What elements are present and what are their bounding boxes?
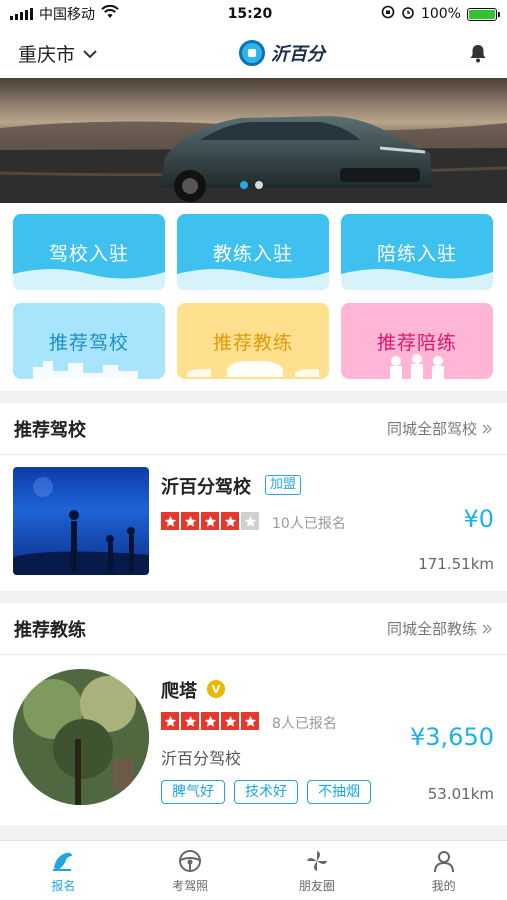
tab-label: 考驾照 (172, 878, 209, 893)
tab-label: 朋友圈 (298, 878, 335, 893)
wifi-icon (101, 4, 119, 23)
coach-list-item[interactable]: 爬塔 V 8人已报名 沂百分驾校 ¥3,650 脾气好 技术好 不抽烟 53.0… (0, 655, 507, 825)
enrolled-count: 10人已报名 (272, 516, 346, 532)
wave-decoration (341, 269, 493, 290)
star-icon (241, 712, 259, 730)
star-icon (201, 712, 219, 730)
star-icon (181, 512, 199, 530)
section-title: 推荐教练 (14, 619, 86, 641)
coach-avatar (13, 669, 149, 805)
coach-distance: 53.01km (427, 785, 494, 803)
promo-banner[interactable] (0, 78, 507, 203)
pinwheel-icon (306, 850, 327, 871)
tab-label: 我的 (431, 878, 456, 893)
people-icon (390, 354, 444, 379)
chevron-down-icon (83, 42, 97, 64)
all-schools-link[interactable]: 同城全部驾校 (387, 418, 493, 439)
orientation-lock-icon (381, 5, 395, 23)
double-chevron-right-icon (482, 424, 492, 433)
tile-label: 推荐陪练 (376, 331, 457, 354)
star-icon (161, 512, 179, 530)
star-icon (161, 712, 179, 730)
wave-decoration (177, 269, 329, 290)
star-icon (181, 712, 199, 730)
app-header: 重庆市 沂百分 (0, 28, 507, 78)
logo-mark-icon (239, 40, 265, 66)
tile-label: 驾校入驻 (48, 242, 129, 265)
bottom-tab-bar: 报名 考驾照 朋友圈 我的 (0, 840, 507, 900)
coach-price: ¥3,650 (410, 723, 494, 751)
quick-actions-grid: 驾校入驻 教练入驻 陪练入驻 推荐驾校 推荐教练 推荐陪练 (0, 203, 507, 391)
tile-recommend-trainer[interactable]: 推荐陪练 (341, 303, 493, 379)
double-chevron-right-icon (482, 624, 492, 633)
recommended-schools-section: 推荐驾校 同城全部驾校 沂百分驾校 加盟 10人已报名 ¥0 171.51km (0, 403, 507, 591)
tile-label: 陪练入驻 (376, 242, 457, 265)
star-icon (221, 712, 239, 730)
signal-icon (10, 8, 33, 20)
tile-recommend-school[interactable]: 推荐驾校 (13, 303, 165, 379)
tab-moments[interactable]: 朋友圈 (254, 841, 381, 900)
school-rating (161, 512, 259, 530)
tab-signup[interactable]: 报名 (0, 841, 127, 900)
wave-decoration (13, 269, 165, 290)
city-label: 重庆市 (18, 43, 76, 66)
tile-trainer-join[interactable]: 陪练入驻 (341, 214, 493, 290)
coach-tag: 脾气好 (161, 780, 225, 804)
battery-icon (466, 7, 500, 21)
verified-badge-icon: V (207, 680, 225, 698)
banner-dot-1[interactable] (240, 181, 248, 189)
banner-pagination[interactable] (240, 181, 263, 189)
school-price: ¥0 (463, 505, 494, 533)
school-name: 沂百分驾校 (161, 477, 251, 498)
coach-name: 爬塔 (161, 681, 197, 702)
tab-driving-license[interactable]: 考驾照 (127, 841, 254, 900)
alarm-icon (401, 5, 415, 23)
steering-wheel-icon (179, 849, 202, 872)
city-skyline-icon (33, 361, 138, 379)
star-icon (201, 512, 219, 530)
carrier-label: 中国移动 (39, 7, 95, 23)
app-logo: 沂百分 (239, 40, 325, 66)
star-icon (241, 512, 259, 530)
battery-percent: 100% (420, 6, 461, 22)
logo-text: 沂百分 (271, 44, 325, 65)
tile-coach-join[interactable]: 教练入驻 (177, 214, 329, 290)
section-header: 推荐驾校 同城全部驾校 (0, 403, 507, 455)
recommended-coaches-section: 推荐教练 同城全部教练 爬塔 V 8人已报名 沂百分驾校 ¥3,650 脾气好 … (0, 603, 507, 825)
status-bar: 中国移动 15:20 100% (0, 0, 507, 28)
school-list-item[interactable]: 沂百分驾校 加盟 10人已报名 ¥0 171.51km (0, 455, 507, 588)
signup-icon (53, 852, 73, 871)
tab-label: 报名 (51, 878, 76, 893)
school-distance: 171.51km (418, 555, 494, 573)
more-label: 同城全部驾校 (386, 420, 477, 438)
coach-tag: 技术好 (234, 780, 298, 804)
person-icon (433, 850, 454, 872)
school-thumbnail (13, 467, 149, 575)
coach-rating (161, 712, 259, 730)
tile-school-join[interactable]: 驾校入驻 (13, 214, 165, 290)
star-icon (221, 512, 239, 530)
banner-dot-2[interactable] (255, 181, 263, 189)
notification-bell-icon[interactable] (467, 42, 489, 64)
enrolled-count: 8人已报名 (272, 716, 337, 732)
section-header: 推荐教练 同城全部教练 (0, 603, 507, 655)
coach-school: 沂百分驾校 (161, 749, 242, 768)
section-title: 推荐驾校 (14, 419, 86, 441)
coach-tag: 不抽烟 (307, 780, 371, 804)
tile-label: 推荐驾校 (48, 331, 129, 354)
tile-label: 推荐教练 (212, 331, 293, 354)
tile-label: 教练入驻 (212, 242, 293, 265)
coach-tags: 脾气好 技术好 不抽烟 (161, 780, 371, 804)
clock: 15:20 (227, 6, 273, 22)
franchise-badge: 加盟 (265, 475, 302, 495)
cars-icon (187, 361, 319, 377)
city-selector[interactable]: 重庆市 (18, 40, 97, 67)
tile-recommend-coach[interactable]: 推荐教练 (177, 303, 329, 379)
tab-profile[interactable]: 我的 (380, 841, 507, 900)
all-coaches-link[interactable]: 同城全部教练 (387, 618, 493, 639)
more-label: 同城全部教练 (386, 620, 477, 638)
